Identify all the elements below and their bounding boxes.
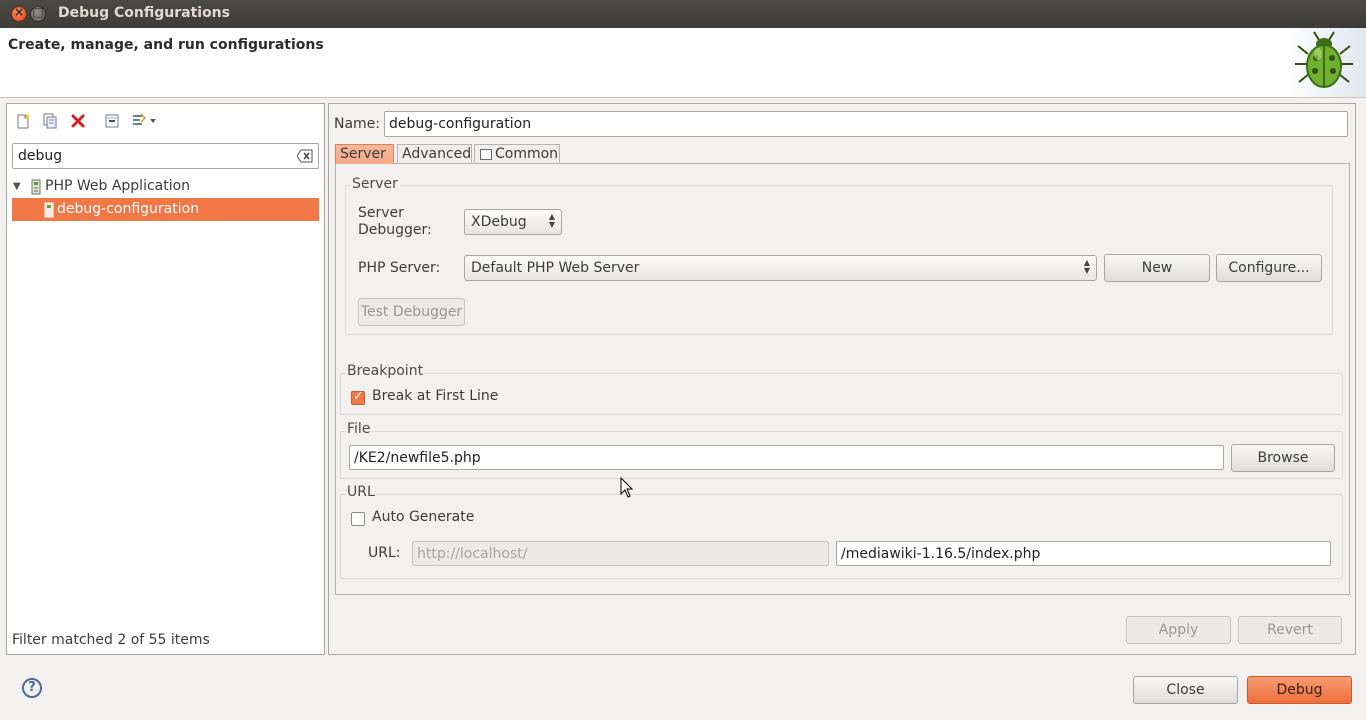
- php-server-select[interactable]: Default PHP Web Server ▲ ▼: [464, 255, 1097, 281]
- filter-input[interactable]: [12, 143, 319, 169]
- close-icon: ×: [13, 5, 25, 19]
- test-debugger-button[interactable]: Test Debugger: [358, 298, 465, 326]
- php-config-icon: [44, 202, 54, 218]
- tab-server[interactable]: Server: [335, 144, 394, 164]
- tree-item-debug-configuration[interactable]: debug-configuration: [12, 198, 319, 221]
- title-bar: × □ Debug Configurations: [0, 0, 1366, 28]
- updown-arrows-icon: ▲ ▼: [1083, 258, 1090, 275]
- break-first-line-checkbox[interactable]: [351, 389, 365, 405]
- url-label: URL:: [368, 545, 401, 561]
- php-server-label: PHP Server:: [358, 260, 441, 276]
- php-config-icon: [31, 179, 41, 195]
- revert-button[interactable]: Revert: [1238, 616, 1342, 644]
- collapse-all-icon[interactable]: [103, 112, 121, 130]
- url-group: [340, 494, 1343, 579]
- window-close-button[interactable]: ×: [11, 5, 27, 22]
- duplicate-icon[interactable]: [41, 112, 59, 130]
- mouse-pointer-icon: [620, 477, 634, 498]
- configuration-editor-panel: Name: Server Advanced Common Server Serv…: [328, 103, 1356, 655]
- file-group-label: File: [346, 421, 372, 437]
- tab-common-label: Common: [495, 146, 559, 162]
- configuration-list-panel: ▼ PHP Web Application debug-configuratio…: [6, 103, 325, 655]
- url-group-label: URL: [346, 484, 376, 500]
- updown-arrows-icon: ▲ ▼: [548, 212, 555, 229]
- window-title: Debug Configurations: [58, 5, 230, 21]
- close-button[interactable]: Close: [1133, 676, 1238, 704]
- tree-item-label: PHP Web Application: [45, 178, 191, 194]
- browse-button[interactable]: Browse: [1231, 444, 1335, 472]
- tab-advanced[interactable]: Advanced: [397, 144, 472, 164]
- new-server-button[interactable]: New: [1104, 254, 1210, 282]
- filter-icon[interactable]: [130, 112, 158, 130]
- tree-item-label: debug-configuration: [57, 201, 200, 217]
- auto-generate-label: Auto Generate: [372, 509, 475, 525]
- php-server-value: Default PHP Web Server: [471, 260, 640, 276]
- common-tab-icon: [480, 149, 492, 160]
- banner-title: Create, manage, and run configurations: [8, 37, 324, 53]
- delete-icon[interactable]: [69, 112, 87, 130]
- debug-button[interactable]: Debug: [1247, 676, 1352, 704]
- banner-icon-area: [1286, 28, 1366, 97]
- server-debugger-value: XDebug: [471, 214, 527, 230]
- tree-item-php-web-application[interactable]: ▼ PHP Web Application: [11, 175, 321, 198]
- apply-button[interactable]: Apply: [1126, 616, 1231, 644]
- base-url-input[interactable]: [412, 541, 829, 566]
- dialog-banner: Create, manage, and run configurations: [0, 28, 1366, 98]
- name-input[interactable]: [384, 111, 1348, 137]
- maximize-icon: □: [32, 5, 44, 19]
- bug-icon: [1295, 31, 1353, 88]
- break-first-line-label: Break at First Line: [372, 388, 499, 404]
- name-label: Name:: [334, 116, 381, 132]
- server-debugger-label: Server Debugger:: [358, 205, 432, 238]
- server-group-label: Server: [350, 176, 400, 192]
- breakpoint-group-label: Breakpoint: [346, 363, 425, 379]
- tab-common[interactable]: Common: [474, 144, 560, 164]
- server-tab-body: Server Server Debugger: XDebug ▲ ▼ PHP Se…: [335, 163, 1350, 595]
- file-path-input[interactable]: [349, 445, 1224, 470]
- url-path-input[interactable]: [836, 541, 1331, 566]
- filter-status-text: Filter matched 2 of 55 items: [12, 632, 210, 648]
- new-configuration-icon[interactable]: [14, 112, 32, 130]
- help-icon[interactable]: ?: [22, 678, 42, 698]
- auto-generate-checkbox[interactable]: [351, 512, 365, 526]
- window-maximize-button[interactable]: □: [30, 5, 46, 22]
- expand-triangle-icon[interactable]: ▼: [13, 175, 21, 198]
- configure-server-button[interactable]: Configure...: [1216, 254, 1322, 282]
- server-debugger-select[interactable]: XDebug ▲ ▼: [464, 209, 562, 235]
- clear-filter-icon[interactable]: [297, 149, 313, 163]
